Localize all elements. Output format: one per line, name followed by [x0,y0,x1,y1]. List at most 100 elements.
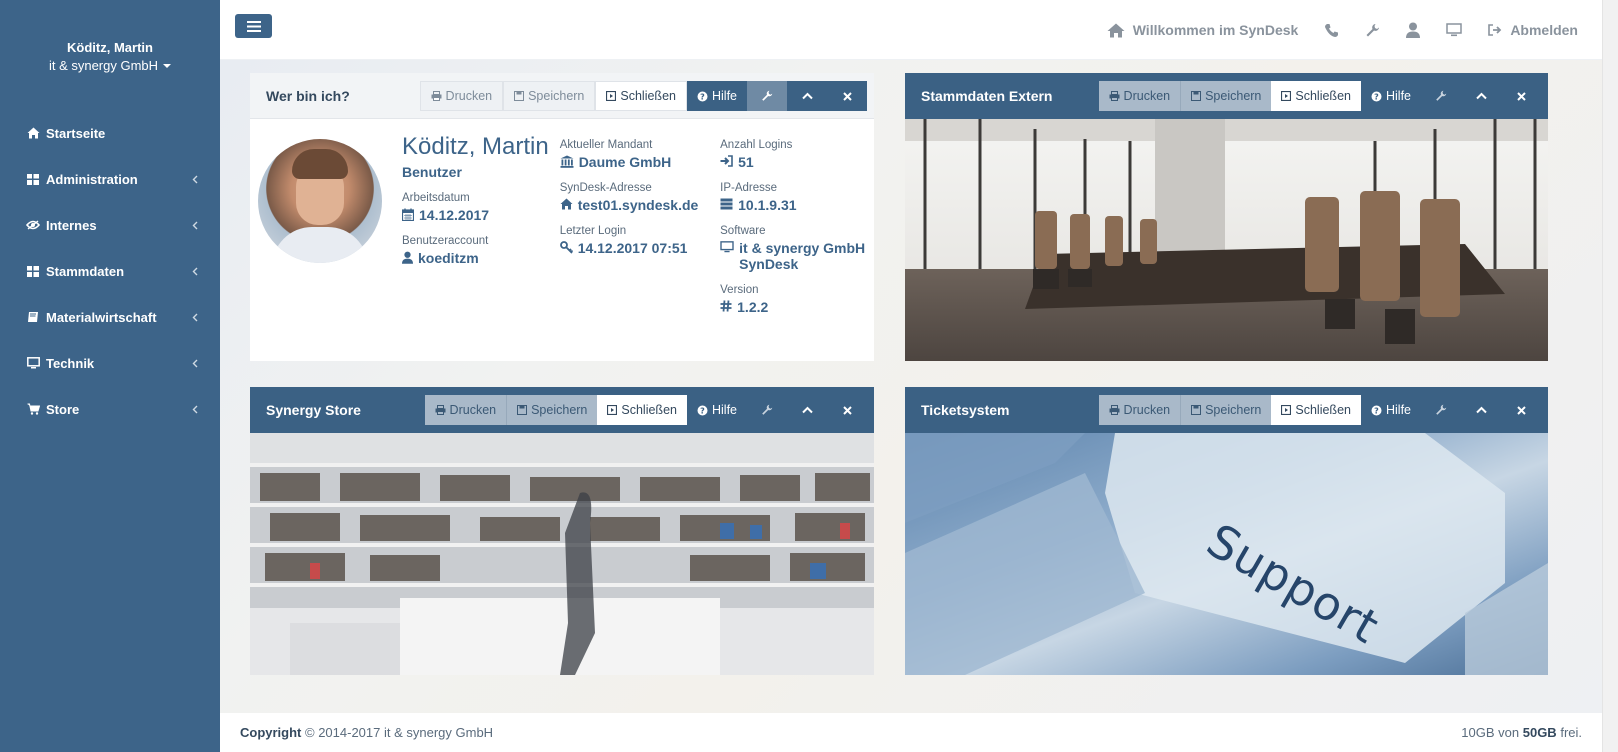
last-login-value: 14.12.2017 07:51 [559,240,720,256]
sidebar-item-label: Stammdaten [46,263,125,279]
sidebar-item-label: Materialwirtschaft [46,309,157,325]
sidebar-nav: Startseite Administration Internes Stamm… [0,110,220,432]
help-button[interactable]: ? Hilfe [1360,395,1421,425]
chevron-up-icon [1475,92,1487,100]
sidebar-item-internes[interactable]: Internes [0,202,220,248]
print-button[interactable]: Drucken [419,81,504,111]
sidebar-item-technik[interactable]: Technik [0,340,220,386]
chevron-left-icon [190,174,200,184]
topbar-actions: Willkommen im SynDesk Abmelden [1107,0,1578,60]
profile-body: Köditz, Martin Benutzer Arbeitsdatum 14.… [250,119,874,365]
close-square-icon [1281,405,1292,415]
svg-text:?: ? [700,92,705,101]
logout-button[interactable]: Abmelden [1488,22,1578,38]
sidebar-item-stammdaten[interactable]: Stammdaten [0,248,220,294]
print-icon [1109,91,1120,101]
sidebar-item-label: Administration [46,171,138,187]
work-date-label: Arbeitsdatum [402,192,470,204]
close-button[interactable]: Schließen [1271,395,1361,425]
sidebar-item-label: Internes [46,217,97,233]
caret-down-icon [163,63,172,68]
dashboard: Wer bin ich? Drucken Speichern Schließen… [220,60,1602,713]
save-button[interactable]: Speichern [1180,395,1272,425]
settings-button[interactable] [747,395,787,425]
help-button[interactable]: ? Hilfe [686,395,747,425]
welcome-link[interactable]: Willkommen im SynDesk [1107,22,1298,38]
sidebar-item-administration[interactable]: Administration [0,156,220,202]
close-label: Schließen [621,403,677,417]
panel-toolbar: Drucken Speichern Schließen ? Hilfe [424,395,867,425]
desktop-button[interactable] [1446,23,1463,37]
profile-button[interactable] [1406,22,1421,38]
grid-icon [26,264,40,278]
panel-toolbar: Drucken Speichern Schließen ? Hilfe [419,81,867,111]
chevron-up-icon [1475,406,1487,414]
save-label: Speichern [1205,89,1262,103]
collapse-button[interactable] [1461,395,1501,425]
home-icon [560,198,573,210]
close-icon [1516,405,1526,415]
help-label: Hilfe [1385,89,1411,103]
page-scrollbar[interactable] [1602,0,1618,752]
sidebar-item-startseite[interactable]: Startseite [0,110,220,156]
save-button[interactable]: Speichern [503,81,596,111]
close-label: Schließen [1295,89,1351,103]
user-icon [1406,22,1421,38]
remove-button[interactable] [1501,395,1541,425]
print-icon [435,405,446,415]
remove-button[interactable] [827,81,867,111]
software-label: Software [720,225,766,237]
help-button[interactable]: ? Hilfe [686,81,747,111]
sidebar-item-label: Store [46,401,80,417]
sidebar-item-materialwirtschaft[interactable]: Materialwirtschaft [0,294,220,340]
print-button[interactable]: Drucken [1098,395,1181,425]
address-label: SynDesk-Adresse [559,182,652,194]
print-icon [431,91,442,101]
save-button[interactable]: Speichern [506,395,598,425]
wrench-icon [762,90,773,101]
close-icon [1516,91,1526,101]
save-label: Speichern [528,89,585,103]
sidebar-item-store[interactable]: Store [0,386,220,432]
help-button[interactable]: ? Hilfe [1360,81,1421,111]
panel-toolbar: Drucken Speichern Schließen ? Hilfe [1098,395,1541,425]
phone-button[interactable] [1324,23,1339,38]
company-switcher[interactable]: it & synergy GmbH [49,58,172,73]
print-button[interactable]: Drucken [424,395,507,425]
remove-button[interactable] [1501,81,1541,111]
close-button[interactable]: Schließen [597,395,687,425]
settings-button[interactable] [747,81,787,111]
panel-header: Stammdaten Extern Drucken Speichern Schl… [905,73,1548,119]
help-icon: ? [697,91,708,101]
close-label: Schließen [1295,403,1351,417]
server-icon [720,198,733,210]
help-label: Hilfe [711,89,737,103]
close-button[interactable]: Schließen [1271,81,1361,111]
collapse-button[interactable] [787,395,827,425]
sidebar-item-label: Startseite [46,125,106,141]
tools-button[interactable] [1365,23,1380,38]
cart-icon [26,402,40,416]
help-icon: ? [697,405,708,415]
menu-toggle-button[interactable] [235,14,272,38]
monitor-icon [720,241,734,253]
collapse-button[interactable] [787,81,827,111]
chevron-left-icon [190,358,200,368]
close-button[interactable]: Schließen [595,81,687,111]
collapse-button[interactable] [1461,81,1501,111]
account-value: koeditzm [402,250,554,266]
settings-button[interactable] [1421,395,1461,425]
print-label: Drucken [1123,403,1171,417]
client-value: Daume GmbH [560,154,720,170]
version-value: 1.2.2 [720,299,866,315]
print-button[interactable]: Drucken [1098,81,1181,111]
print-label: Drucken [1123,89,1171,103]
settings-button[interactable] [1421,81,1461,111]
remove-button[interactable] [827,395,867,425]
svg-text:?: ? [1374,92,1379,101]
save-button[interactable]: Speichern [1180,81,1272,111]
home-icon [1107,23,1125,37]
key-icon [559,241,573,254]
store-image [250,433,874,675]
panel-title: Stammdaten Extern [921,88,1053,104]
